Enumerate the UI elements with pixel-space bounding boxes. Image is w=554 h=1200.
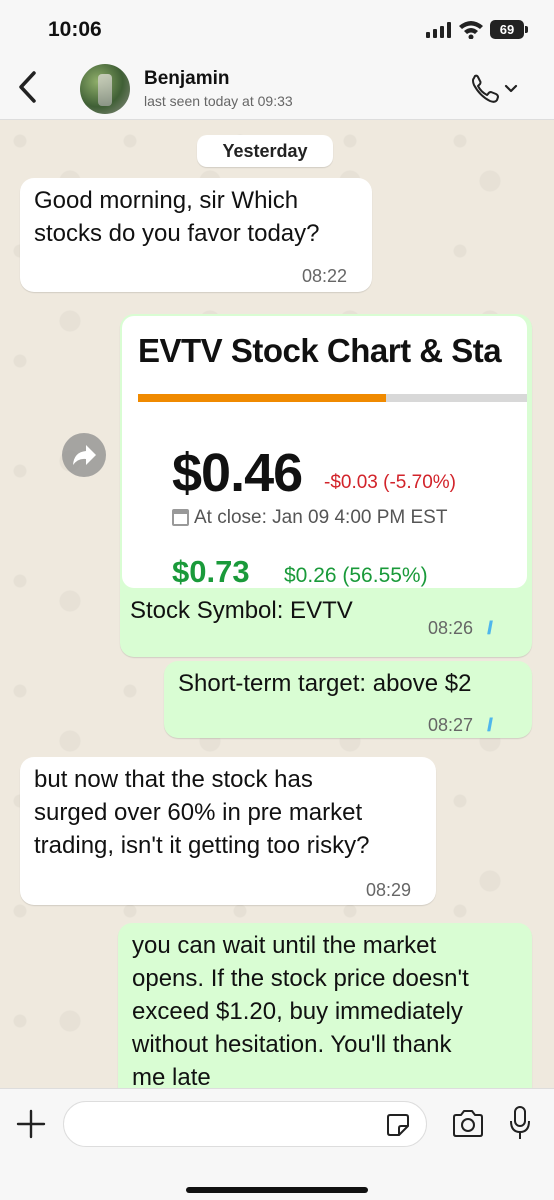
message-time: 08:29 [366, 880, 412, 900]
message-line: Good morning, sir Which [34, 187, 299, 214]
stock-price: $0.46 [172, 443, 303, 503]
wifi-icon [459, 21, 483, 39]
message-bubble-incoming[interactable]: but now that the stock has surged over 6… [20, 757, 436, 905]
message-line: you can wait until the market [132, 932, 437, 959]
message-text: you can wait until the market opens. If … [118, 923, 532, 1088]
message-bubble-incoming[interactable]: Good morning, sir Which stocks do you fa… [20, 178, 372, 292]
message-line: Short-term target: above $2 [178, 670, 472, 697]
message-time: 08:22 [302, 266, 348, 286]
close-info: At close: Jan 09 4:00 PM EST [194, 507, 448, 528]
message-line: but now that the stock has [34, 766, 313, 793]
contact-name[interactable]: Benjamin [144, 68, 230, 90]
message-line: trading, isn't it getting too risky? [34, 832, 370, 859]
battery-level: 69 [499, 22, 515, 37]
input-bar [0, 1088, 554, 1200]
home-indicator [186, 1187, 368, 1193]
message-time: 08:26 [428, 618, 474, 638]
stock-change: -$0.03 (-5.70%) [324, 472, 457, 493]
microphone-icon[interactable] [508, 1105, 532, 1141]
message-time: 08:27 [428, 715, 474, 735]
chat-area[interactable]: Yesterday Good morning, sir Which stocks… [0, 121, 554, 1088]
stock-chart-image[interactable]: EVTV Stock Chart & Sta $0.46 -$0.03 (-5.… [122, 316, 527, 588]
message-line: exceed $1.20, buy immediately [132, 998, 463, 1025]
camera-icon[interactable] [451, 1109, 485, 1139]
signal-icon [426, 22, 451, 38]
calendar-icon [172, 509, 189, 526]
message-text: Short-term target: above $2 [164, 661, 532, 700]
image-caption: Stock Symbol: EVTV [130, 597, 353, 624]
message-input[interactable] [63, 1101, 427, 1147]
progress-track [138, 394, 527, 402]
message-line: opens. If the stock price doesn't [132, 965, 469, 992]
premarket-change: $0.26 (56.55%) [284, 564, 428, 587]
progress-fill [138, 394, 386, 402]
message-line: me late [132, 1064, 211, 1088]
avatar[interactable] [80, 64, 130, 114]
message-text: but now that the stock has surged over 6… [20, 757, 436, 862]
message-line: without hesitation. You'll thank [132, 1031, 452, 1058]
battery-icon: 69 [490, 20, 528, 39]
contact-status: last seen today at 09:33 [144, 93, 293, 109]
message-bubble-outgoing[interactable]: Short-term target: above $2 08:27 // [164, 661, 532, 738]
premarket-price: $0.73 [172, 554, 250, 588]
chevron-left-icon[interactable] [16, 70, 40, 104]
chat-header: Benjamin last seen today at 09:33 [0, 56, 554, 120]
forward-button[interactable] [62, 433, 106, 477]
message-line: surged over 60% in pre market [34, 799, 363, 826]
date-chip: Yesterday [197, 135, 333, 167]
phone-icon[interactable] [470, 74, 520, 104]
message-bubble-outgoing[interactable]: you can wait until the market opens. If … [118, 923, 532, 1088]
sticker-icon[interactable] [386, 1113, 410, 1137]
status-time: 10:06 [48, 18, 102, 41]
message-line: stocks do you favor today? [34, 220, 320, 247]
forward-icon [73, 445, 96, 465]
message-text: Good morning, sir Which stocks do you fa… [20, 178, 372, 250]
status-bar: 10:06 69 [0, 0, 554, 56]
image-title: EVTV Stock Chart & Sta [138, 332, 502, 369]
message-bubble-image[interactable]: EVTV Stock Chart & Sta $0.46 -$0.03 (-5.… [120, 314, 532, 657]
plus-icon[interactable] [16, 1109, 46, 1139]
